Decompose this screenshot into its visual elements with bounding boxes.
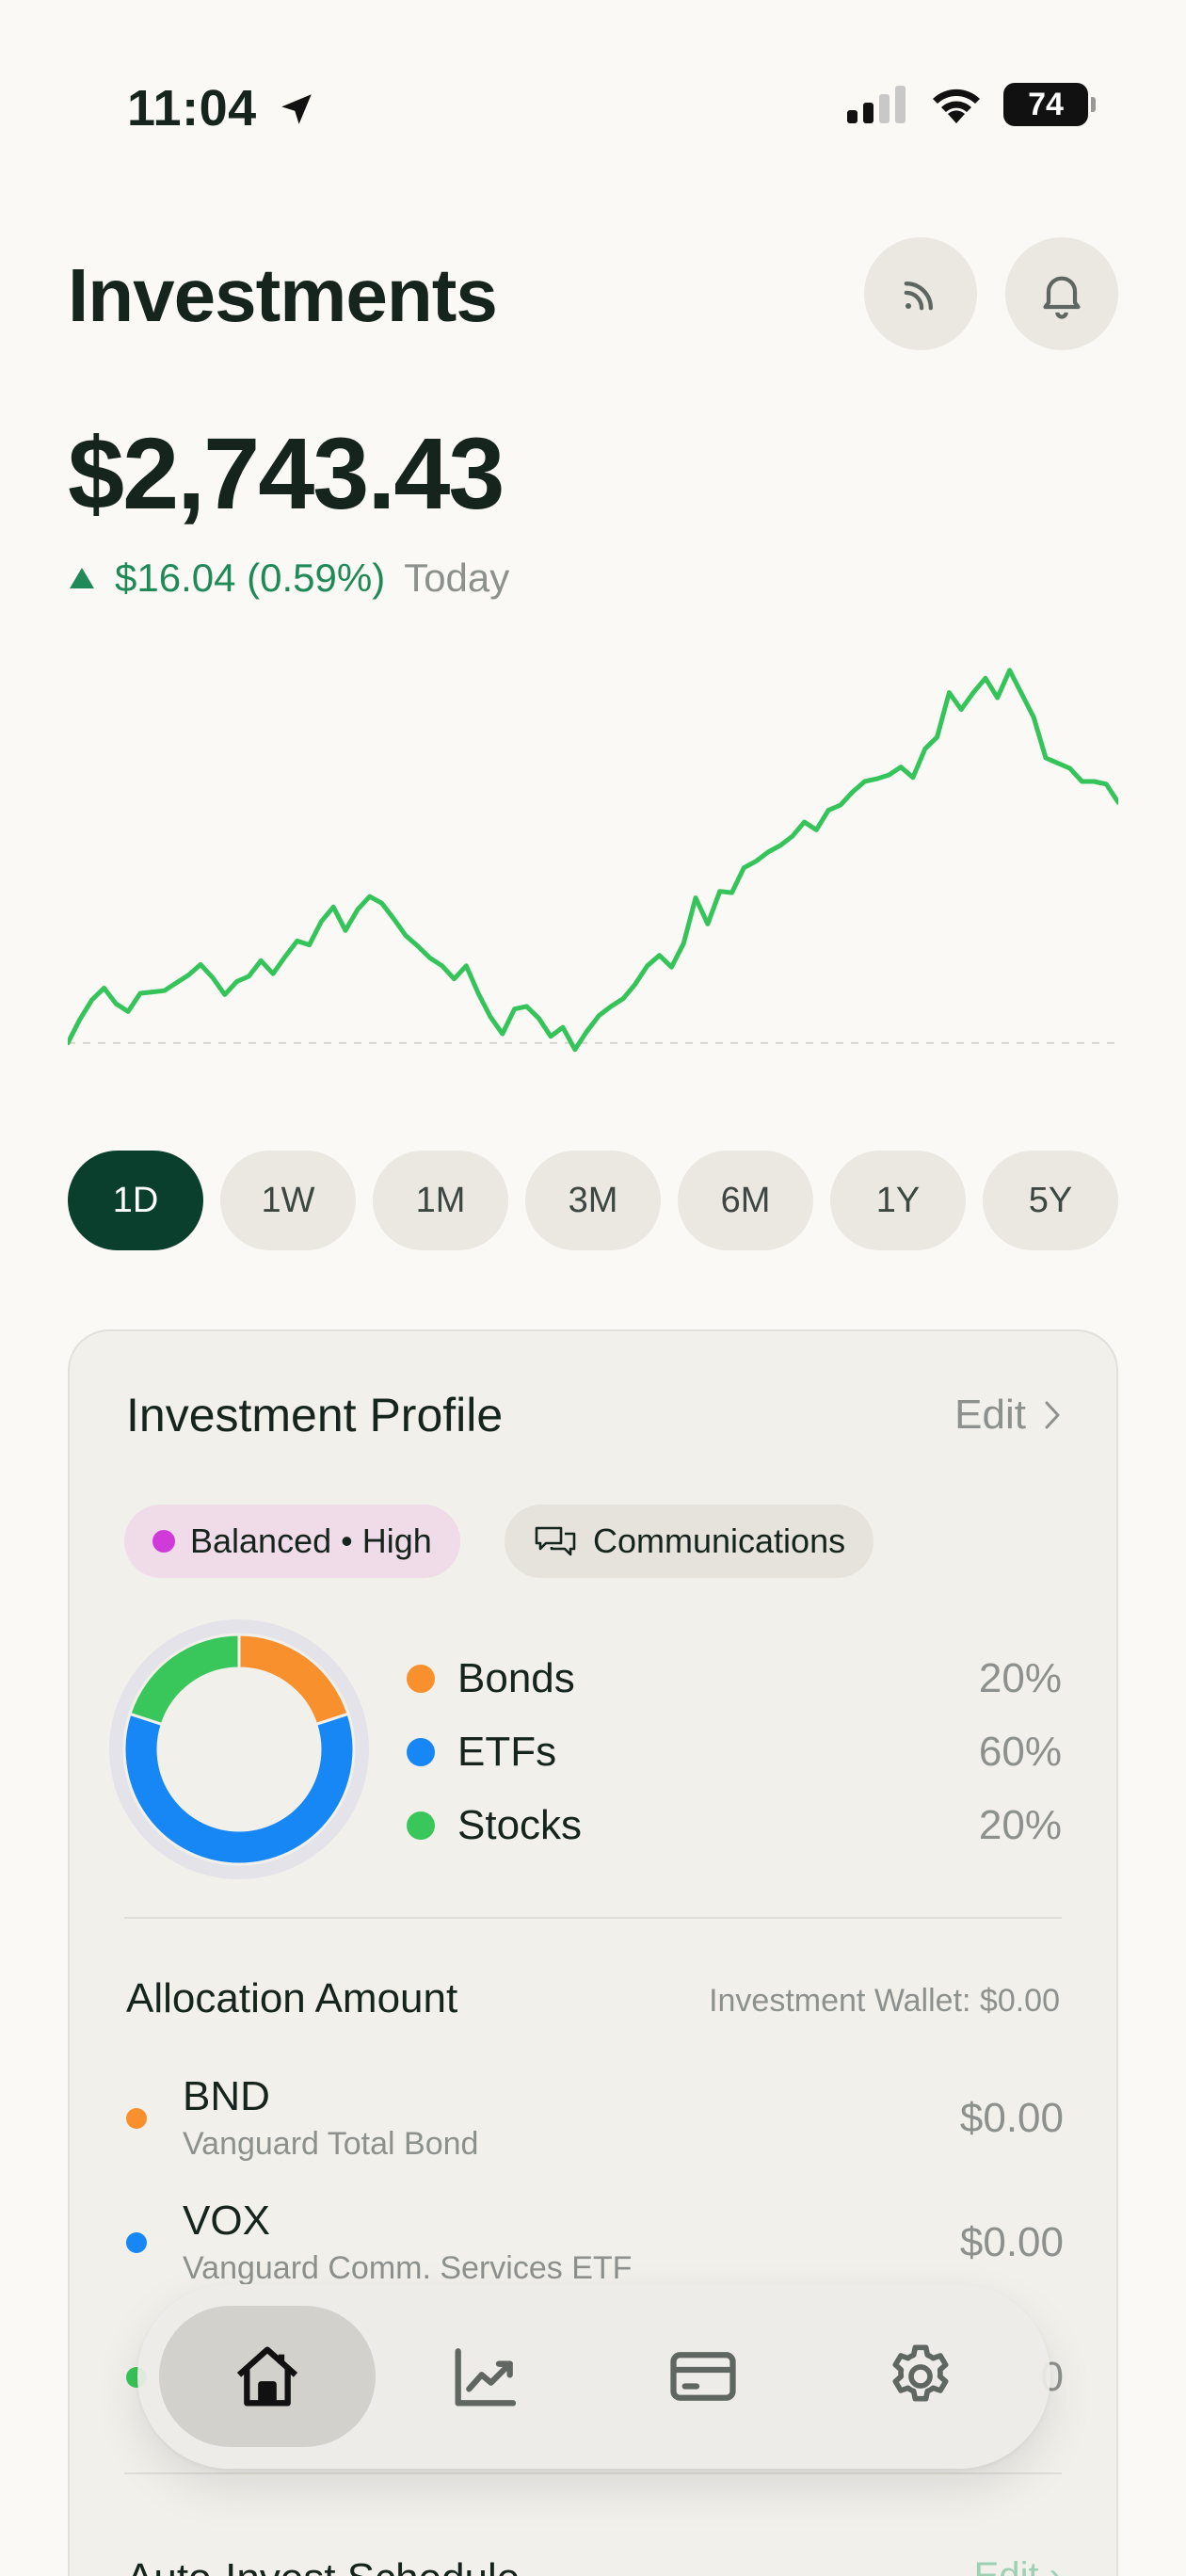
portfolio-balance: $2,743.43 [68, 416, 505, 530]
legend-label: ETFs [457, 1729, 557, 1775]
change-value: $16.04 (0.59%) [115, 555, 386, 600]
range-1y[interactable]: 1Y [830, 1151, 966, 1250]
notifications-button[interactable] [1005, 237, 1118, 350]
fund-name: Vanguard Total Bond [183, 2126, 479, 2162]
range-3m[interactable]: 3M [525, 1151, 661, 1250]
price-line [68, 668, 1118, 1053]
fund-ticker: BND [183, 2073, 270, 2119]
fund-name: Vanguard Comm. Services ETF [183, 2250, 633, 2286]
chevron-right-icon [1045, 1401, 1060, 1429]
legend-label: Bonds [457, 1655, 575, 1701]
fund-amount: $0.00 [959, 2218, 1064, 2265]
tab-cards[interactable] [595, 2306, 811, 2447]
legend-pct: 20% [978, 1655, 1062, 1701]
legend-pct: 20% [978, 1802, 1062, 1848]
legend-label: Stocks [457, 1802, 583, 1848]
legend-row-bonds: Bonds 20% [407, 1642, 1062, 1715]
stocks-dot [407, 1811, 435, 1840]
auto-invest-title: Auto-Invest Schedule [126, 2555, 520, 2576]
investment-wallet-balance: Investment Wallet: $0.00 [709, 1983, 1060, 2019]
fund-amount: $0.00 [959, 2094, 1064, 2141]
fund-dot [126, 2107, 147, 2129]
tab-settings[interactable] [812, 2306, 1029, 2447]
range-1d[interactable]: 1D [68, 1151, 203, 1250]
page-title: Investments [68, 253, 498, 337]
battery-level: 74 [1028, 86, 1064, 122]
etfs-dot [407, 1738, 435, 1766]
bell-icon [1043, 276, 1081, 319]
battery-indicator: 74 [1003, 83, 1096, 126]
tab-markets[interactable] [377, 2306, 593, 2447]
status-time: 11:04 [127, 79, 316, 137]
daily-change: $16.04 (0.59%) Today [68, 555, 509, 601]
fund-row-vox[interactable]: VOX Vanguard Comm. Services ETF $0.00 [126, 2198, 1064, 2287]
sector-tag[interactable]: Communications [505, 1505, 874, 1578]
location-arrow-icon [281, 94, 312, 124]
price-chart [68, 668, 1118, 1053]
home-icon [236, 2346, 297, 2407]
allocation-legend: Bonds 20% ETFs 60% Stocks 20% [407, 1642, 1062, 1862]
wifi-icon [933, 89, 980, 123]
allocation-donut [109, 1619, 369, 1879]
fund-row-bnd[interactable]: BND Vanguard Total Bond $0.00 [126, 2073, 1064, 2163]
profile-edit-label: Edit [954, 1392, 1026, 1438]
legend-pct: 60% [978, 1729, 1062, 1775]
fund-dot [126, 2231, 147, 2253]
divider [124, 1917, 1062, 1919]
risk-dot [152, 1530, 175, 1553]
range-selector: 1D 1W 1M 3M 6M 1Y 5Y [68, 1151, 1118, 1250]
profile-edit-link[interactable]: Edit [954, 1392, 1062, 1439]
tab-home[interactable] [158, 2306, 376, 2447]
divider [124, 2472, 1062, 2474]
status-indicators: 74 [845, 83, 1096, 126]
risk-tag-label: Balanced • High [190, 1521, 432, 1560]
legend-row-stocks: Stocks 20% [407, 1789, 1062, 1862]
range-1w[interactable]: 1W [220, 1151, 356, 1250]
range-6m[interactable]: 6M [678, 1151, 813, 1250]
sector-tag-label: Communications [593, 1521, 846, 1560]
profile-title: Investment Profile [126, 1389, 504, 1441]
chart-icon [455, 2348, 517, 2407]
fund-info: VOX Vanguard Comm. Services ETF [183, 2198, 632, 2287]
range-1m[interactable]: 1M [373, 1151, 508, 1250]
change-period: Today [404, 555, 510, 600]
range-5y[interactable]: 5Y [983, 1151, 1118, 1250]
triangle-up-icon [70, 568, 94, 588]
donut-hole [158, 1668, 320, 1830]
risk-profile-tag[interactable]: Balanced • High [124, 1505, 460, 1578]
card-icon [670, 2352, 736, 2401]
allocation-amount-title: Allocation Amount [126, 1975, 458, 2021]
fund-info: BND Vanguard Total Bond [183, 2073, 478, 2163]
tab-bar [137, 2284, 1050, 2469]
feed-button[interactable] [864, 237, 977, 350]
schedule-edit-link[interactable]: Edit › [974, 2555, 1062, 2576]
cellular-signal-icon [847, 86, 906, 123]
bonds-dot [407, 1665, 435, 1693]
rss-icon [904, 282, 933, 311]
legend-row-etfs: ETFs 60% [407, 1715, 1062, 1789]
status-time-text: 11:04 [127, 80, 257, 137]
settings-icon [892, 2344, 949, 2402]
chat-bubbles-icon [535, 1526, 576, 1556]
fund-ticker: VOX [183, 2198, 270, 2244]
